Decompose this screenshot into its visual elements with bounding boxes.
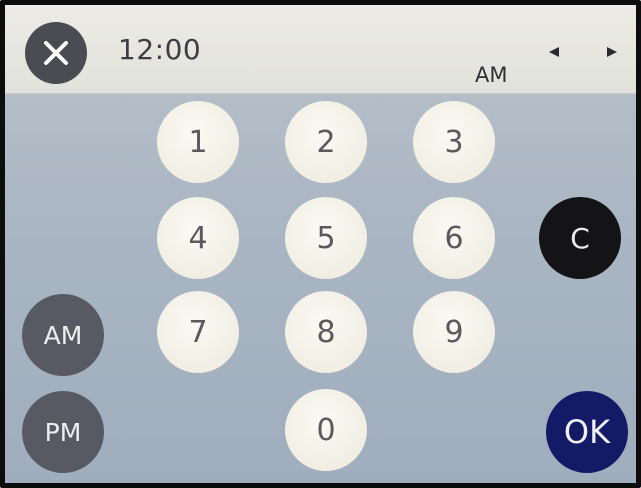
- key-5[interactable]: 5: [285, 197, 367, 279]
- am-button[interactable]: AM: [22, 294, 104, 376]
- close-x-icon: [44, 41, 68, 65]
- key-9[interactable]: 9: [413, 291, 495, 373]
- ok-button[interactable]: OK: [546, 391, 628, 473]
- triangle-right-icon: [607, 47, 617, 57]
- clear-button[interactable]: C: [539, 197, 621, 279]
- close-button[interactable]: [25, 22, 87, 84]
- key-6[interactable]: 6: [413, 197, 495, 279]
- next-button[interactable]: [597, 38, 627, 66]
- previous-button[interactable]: [539, 38, 569, 66]
- period-readout: AM: [475, 63, 508, 87]
- key-3[interactable]: 3: [413, 101, 495, 183]
- key-1[interactable]: 1: [157, 101, 239, 183]
- time-value: 12:00: [118, 33, 202, 66]
- key-4[interactable]: 4: [157, 197, 239, 279]
- triangle-left-icon: [549, 47, 559, 57]
- header-bar: 12:00 AM: [5, 5, 636, 94]
- key-8[interactable]: 8: [285, 291, 367, 373]
- key-2[interactable]: 2: [285, 101, 367, 183]
- key-0[interactable]: 0: [285, 389, 367, 471]
- time-readout: 12:00: [118, 33, 201, 66]
- key-7[interactable]: 7: [157, 291, 239, 373]
- time-entry-screen: 12:00 AM 1 2 3 4 5 6 7 8 9 0 C AM PM OK: [0, 0, 641, 488]
- pm-button[interactable]: PM: [22, 391, 104, 473]
